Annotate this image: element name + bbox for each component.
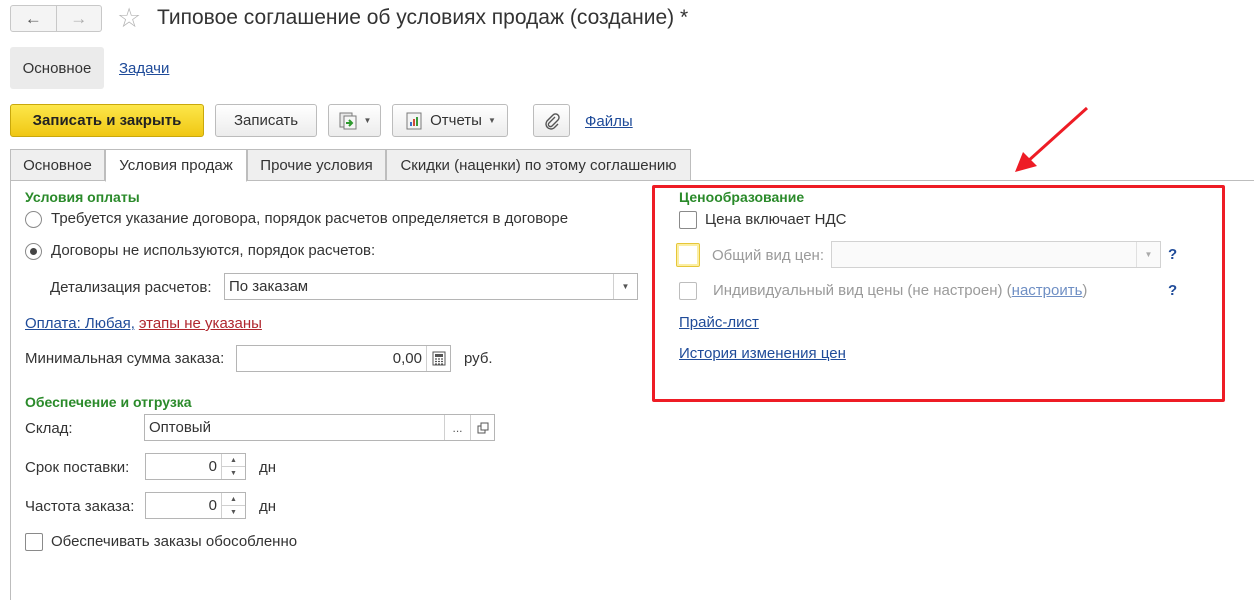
radio-contract-required-label: Требуется указание договора, порядок рас…	[51, 210, 569, 227]
chevron-down-icon: ▼	[487, 116, 496, 125]
payment-group-title: Условия оплаты	[25, 189, 140, 205]
files-link[interactable]: Файлы	[585, 113, 633, 130]
radio-no-contract[interactable]	[25, 243, 42, 260]
lead-time-input[interactable]: 0 ▲ ▼	[145, 453, 246, 480]
star-icon[interactable]: ☆	[117, 3, 141, 33]
payment-link-part2[interactable]: этапы не указаны	[139, 315, 262, 332]
warehouse-choose-button[interactable]: ...	[444, 415, 470, 440]
min-sum-label: Минимальная сумма заказа:	[25, 350, 225, 367]
warehouse-value: Оптовый	[149, 419, 211, 436]
report-icon	[406, 112, 422, 129]
highlight-box	[652, 185, 1225, 402]
create-based-on-icon	[339, 112, 357, 129]
order-frequency-unit: дн	[259, 498, 277, 515]
save-and-close-button[interactable]: Записать и закрыть	[10, 104, 204, 137]
tab-discounts[interactable]: Скидки (наценки) по этому соглашению	[386, 149, 691, 181]
detail-label: Детализация расчетов:	[50, 279, 212, 296]
lead-time-stepper[interactable]: ▲ ▼	[221, 454, 245, 479]
supply-group-title: Обеспечение и отгрузка	[25, 394, 192, 410]
order-frequency-value: 0	[208, 497, 217, 514]
separate-orders-checkbox[interactable]	[25, 533, 43, 551]
warehouse-label: Склад:	[25, 420, 73, 437]
section-main[interactable]: Основное	[10, 47, 104, 89]
arrow-right-icon[interactable]: →	[55, 6, 102, 31]
lead-time-value: 0	[208, 458, 217, 475]
paperclip-icon	[544, 112, 560, 130]
chevron-down-icon: ▼	[363, 116, 372, 125]
nav-group: ← →	[10, 5, 102, 32]
tab-sales-conditions[interactable]: Условия продаж	[105, 149, 247, 182]
order-frequency-input[interactable]: 0 ▲ ▼	[145, 492, 246, 519]
min-sum-input[interactable]: 0,00	[236, 345, 451, 372]
chevron-down-icon[interactable]: ▼	[613, 274, 637, 299]
warehouse-select[interactable]: Оптовый ...	[144, 414, 495, 441]
calculator-icon[interactable]	[426, 346, 450, 371]
min-sum-value: 0,00	[392, 350, 422, 367]
detail-value: По заказам	[229, 278, 309, 295]
page-title: Типовое соглашение об условиях продаж (с…	[157, 6, 689, 29]
arrow-left-icon[interactable]: ←	[11, 6, 56, 31]
radio-contract-required[interactable]	[25, 211, 42, 228]
order-frequency-label: Частота заказа:	[25, 498, 135, 515]
radio-no-contract-label: Договоры не используются, порядок расчет…	[51, 242, 376, 259]
lead-time-label: Срок поставки:	[25, 459, 130, 476]
save-button[interactable]: Записать	[215, 104, 317, 137]
chevron-down-icon[interactable]: ▼	[222, 505, 245, 518]
annotation-arrow-icon	[1015, 106, 1089, 172]
open-icon[interactable]	[470, 415, 494, 440]
lead-time-unit: дн	[259, 459, 277, 476]
chevron-up-icon[interactable]: ▲	[222, 493, 245, 505]
tab-other-conditions[interactable]: Прочие условия	[247, 149, 386, 181]
content-border	[10, 180, 11, 600]
reports-label: Отчеты	[430, 112, 482, 129]
detail-select[interactable]: По заказам ▼	[224, 273, 638, 300]
attach-button[interactable]	[533, 104, 570, 137]
create-based-on-button[interactable]: ▼	[328, 104, 381, 137]
order-frequency-stepper[interactable]: ▲ ▼	[221, 493, 245, 518]
payment-link[interactable]: Оплата: Любая, этапы не указаны	[25, 315, 262, 332]
chevron-down-icon[interactable]: ▼	[222, 466, 245, 479]
min-sum-unit: руб.	[464, 350, 493, 367]
payment-link-part1[interactable]: Оплата: Любая,	[25, 315, 135, 332]
tab-main[interactable]: Основное	[10, 149, 105, 181]
section-tasks-link[interactable]: Задачи	[119, 60, 169, 77]
chevron-up-icon[interactable]: ▲	[222, 454, 245, 466]
separate-orders-label: Обеспечивать заказы обособленно	[51, 533, 298, 550]
reports-button[interactable]: Отчеты ▼	[392, 104, 508, 137]
